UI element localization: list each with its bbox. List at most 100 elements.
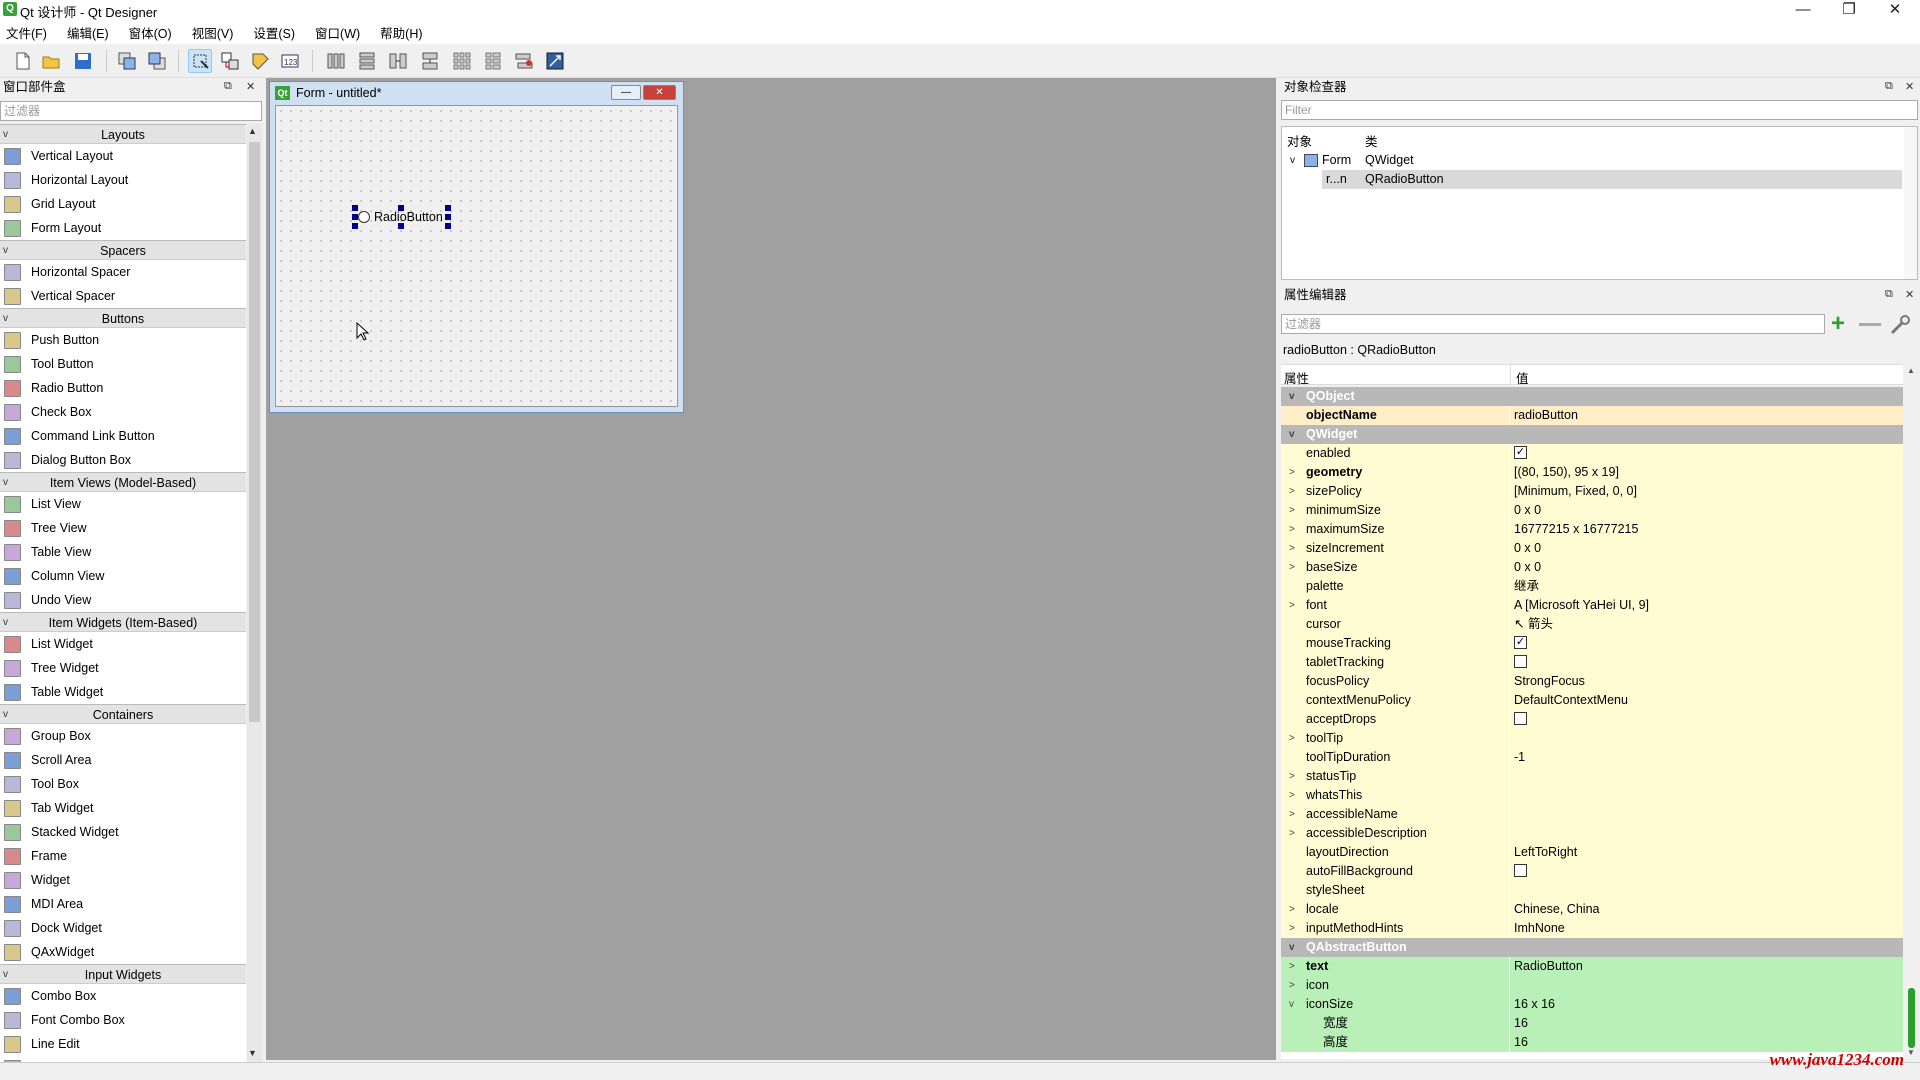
widget-item[interactable]: Vertical Spacer (0, 284, 246, 308)
property-filter[interactable]: 过滤器 (1281, 314, 1825, 334)
tree-row-radiobutton[interactable]: r...n QRadioButton (1322, 170, 1902, 189)
chevron-down-icon[interactable]: v (1290, 151, 1295, 170)
chevron-right-icon[interactable]: > (1289, 596, 1295, 615)
property-value[interactable]: Chinese, China (1514, 900, 1599, 919)
checkbox-unchecked[interactable] (1514, 864, 1527, 878)
save-icon[interactable] (71, 49, 95, 73)
checkbox-unchecked[interactable] (1514, 655, 1527, 669)
edit-signals-slots-icon[interactable] (218, 49, 242, 73)
chevron-down-icon[interactable]: v (3, 309, 8, 329)
property-group-header[interactable]: v QAbstractButton (1281, 938, 1903, 957)
property-row[interactable]: > icon (1281, 976, 1903, 995)
close-icon[interactable]: ✕ (1905, 288, 1914, 301)
property-row[interactable]: > baseSize 0 x 0 (1281, 558, 1903, 577)
property-value[interactable]: ↖ 箭头 (1514, 615, 1553, 634)
property-row[interactable]: > statusTip (1281, 767, 1903, 786)
chevron-right-icon[interactable]: > (1289, 520, 1295, 539)
widget-item[interactable]: Push Button (0, 328, 246, 352)
category-header[interactable]: v Containers (0, 704, 246, 724)
widget-item[interactable]: Horizontal Layout (0, 168, 246, 192)
chevron-right-icon[interactable]: > (1289, 786, 1295, 805)
chevron-down-icon[interactable]: v (3, 613, 8, 633)
chevron-down-icon[interactable]: v (3, 473, 8, 493)
chevron-down-icon[interactable]: v (3, 705, 8, 725)
menu-settings[interactable]: 设置(S) (253, 24, 303, 44)
property-value[interactable]: [(80, 150), 95 x 19] (1514, 463, 1619, 482)
widget-item[interactable]: Grid Layout (0, 192, 246, 216)
widget-item[interactable]: Undo View (0, 588, 246, 612)
send-to-back-icon[interactable] (115, 49, 139, 73)
property-row[interactable]: > text RadioButton (1281, 957, 1903, 976)
menu-edit[interactable]: 编辑(E) (67, 24, 117, 44)
chevron-right-icon[interactable]: > (1289, 501, 1295, 520)
property-row[interactable]: > locale Chinese, China (1281, 900, 1903, 919)
property-value[interactable]: radioButton (1514, 406, 1578, 425)
property-value[interactable]: StrongFocus (1514, 672, 1585, 691)
remove-property-icon[interactable] (1859, 323, 1881, 326)
close-icon[interactable]: ✕ (1905, 80, 1914, 93)
chevron-down-icon[interactable]: v (3, 241, 8, 261)
new-file-icon[interactable] (10, 49, 34, 73)
scroll-down-icon[interactable]: ▼ (248, 1048, 257, 1058)
menu-file[interactable]: 文件(F) (6, 24, 55, 44)
edit-tab-order-icon[interactable]: 123 (278, 49, 302, 73)
widget-item[interactable]: Vertical Layout (0, 144, 246, 168)
restore-button[interactable]: ❐ (1826, 0, 1872, 22)
property-value[interactable]: DefaultContextMenu (1514, 691, 1628, 710)
break-layout-icon[interactable] (512, 49, 536, 73)
widget-item[interactable]: Frame (0, 844, 246, 868)
chevron-right-icon[interactable]: > (1289, 539, 1295, 558)
chevron-right-icon[interactable]: > (1289, 805, 1295, 824)
edit-widgets-icon[interactable] (188, 49, 212, 73)
widget-item[interactable]: List Widget (0, 632, 246, 656)
chevron-down-icon[interactable]: v (3, 965, 8, 985)
property-row[interactable]: > sizeIncrement 0 x 0 (1281, 539, 1903, 558)
layout-horizontal-splitter-icon[interactable] (386, 49, 410, 73)
bring-to-front-icon[interactable] (145, 49, 169, 73)
property-value[interactable]: ImhNone (1514, 919, 1565, 938)
widget-item[interactable]: Check Box (0, 400, 246, 424)
menu-help[interactable]: 帮助(H) (380, 24, 430, 44)
form-close-button[interactable]: ✕ (643, 85, 676, 100)
property-row[interactable]: > geometry [(80, 150), 95 x 19] (1281, 463, 1903, 482)
chevron-right-icon[interactable]: > (1289, 900, 1295, 919)
selection-handle[interactable] (398, 205, 404, 211)
property-value[interactable]: [Minimum, Fixed, 0, 0] (1514, 482, 1637, 501)
selection-handle[interactable] (352, 205, 358, 211)
category-header[interactable]: v Item Widgets (Item-Based) (0, 612, 246, 632)
property-group-header[interactable]: v QWidget (1281, 425, 1903, 444)
property-value[interactable]: LeftToRight (1514, 843, 1577, 862)
form-minimize-button[interactable]: — (611, 85, 641, 100)
property-row[interactable]: palette 继承 (1281, 577, 1903, 596)
form-window[interactable]: Qt Form - untitled* — ✕ RadioButton (269, 81, 684, 413)
widget-item[interactable]: Dock Widget (0, 916, 246, 940)
property-row[interactable]: objectName radioButton (1281, 406, 1903, 425)
chevron-right-icon[interactable]: > (1289, 463, 1295, 482)
float-icon[interactable]: ⧉ (1885, 288, 1893, 301)
widget-box-filter[interactable]: 过滤器 (0, 101, 262, 121)
menu-form[interactable]: 窗体(O) (129, 24, 180, 44)
widget-item[interactable]: Tree View (0, 516, 246, 540)
widget-item[interactable]: Tree Widget (0, 656, 246, 680)
open-file-icon[interactable] (39, 49, 63, 73)
widget-item[interactable]: Tool Button (0, 352, 246, 376)
widget-box-scrollbar[interactable]: ▲ ▼ (247, 124, 262, 1062)
chevron-right-icon[interactable]: > (1289, 558, 1295, 577)
object-column-header[interactable]: 对象 (1287, 131, 1312, 150)
category-header[interactable]: v Input Widgets (0, 964, 246, 984)
widget-item[interactable]: Horizontal Spacer (0, 260, 246, 284)
chevron-right-icon[interactable]: > (1289, 824, 1295, 843)
widget-item[interactable]: Combo Box (0, 984, 246, 1008)
property-value[interactable]: 16 x 16 (1514, 995, 1555, 1014)
chevron-down-icon[interactable]: v (1289, 995, 1294, 1014)
checkbox-checked[interactable]: ✓ (1514, 636, 1527, 650)
tree-row-form[interactable]: v Form QWidget (1282, 151, 1902, 170)
property-value[interactable]: -1 (1514, 748, 1525, 767)
property-value[interactable]: 0 x 0 (1514, 558, 1541, 577)
close-button[interactable]: ✕ (1872, 0, 1918, 22)
category-header[interactable]: v Item Views (Model-Based) (0, 472, 246, 492)
widget-item[interactable]: Radio Button (0, 376, 246, 400)
property-row[interactable]: > minimumSize 0 x 0 (1281, 501, 1903, 520)
property-row[interactable]: > inputMethodHints ImhNone (1281, 919, 1903, 938)
chevron-down-icon[interactable]: v (3, 125, 8, 145)
